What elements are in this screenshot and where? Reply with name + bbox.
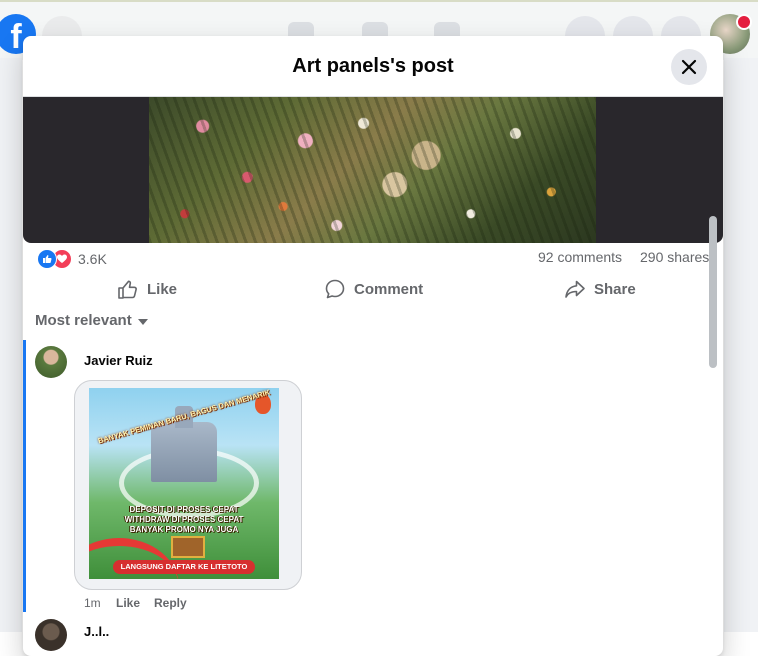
promo-line-3: BANYAK PROMO NYA JUGA [129,525,239,534]
shares-count[interactable]: 290 shares [640,249,709,265]
comment-author-avatar[interactable] [35,619,67,651]
notification-badge [736,14,752,30]
promo-line-1: DEPOSIT DI PROSES CEPAT [129,505,239,514]
thumbs-up-icon [118,280,137,299]
post-modal: Art panels's post 3.6K 92 comments 290 s… [23,36,723,656]
comment-like-button[interactable]: Like [116,596,140,610]
comment-button[interactable]: Comment [324,274,423,304]
close-icon [681,59,697,75]
comment-reply-button[interactable]: Reply [154,596,187,610]
page-background-left [0,58,22,632]
page-background-right [724,58,758,632]
like-button-label: Like [147,280,178,298]
treasure-chest-icon [171,536,205,558]
promo-image: BANYAK PEMINAN BARU, BAGUS DAN MENARIK D… [89,388,279,579]
post-stats: 3.6K 92 comments 290 shares [37,248,717,270]
modal-title: Art panels's post [292,54,454,77]
promo-castle [151,406,217,482]
comment-highlight-bar [23,340,26,612]
comment-sort-dropdown[interactable]: Most relevant [35,312,148,329]
share-button[interactable]: Share [564,274,636,304]
promo-line-2: WITHDRAW DI PROSES CEPAT [124,515,244,524]
share-button-label: Share [594,280,636,298]
share-icon [565,280,585,298]
comment-image-attachment[interactable]: BANYAK PEMINAN BARU, BAGUS DAN MENARIK D… [74,380,302,590]
promo-footer-text: LANGSUNG DAFTAR KE LITETOTO [113,560,255,574]
comment-time[interactable]: 1m [84,596,101,610]
modal-scrollbar[interactable] [709,216,717,368]
comments-count[interactable]: 92 comments [538,249,622,265]
comment-author-avatar[interactable] [35,346,67,378]
comment-icon [325,279,345,299]
like-button[interactable]: Like [117,274,177,304]
comment-button-label: Comment [354,280,424,298]
comment-author-name[interactable]: Javier Ruiz [84,353,153,368]
post-actions: Like Comment Share [23,274,723,304]
sort-label: Most relevant [35,312,132,329]
promo-text-block: DEPOSIT DI PROSES CEPAT WITHDRAW DI PROS… [99,505,269,535]
close-button[interactable] [671,49,707,85]
garden-painting-image [149,97,596,243]
like-reaction-icon[interactable] [37,249,57,269]
modal-header: Art panels's post [23,36,723,97]
caret-down-icon [137,318,148,325]
reaction-count[interactable]: 3.6K [78,251,107,267]
post-media[interactable] [23,97,723,243]
